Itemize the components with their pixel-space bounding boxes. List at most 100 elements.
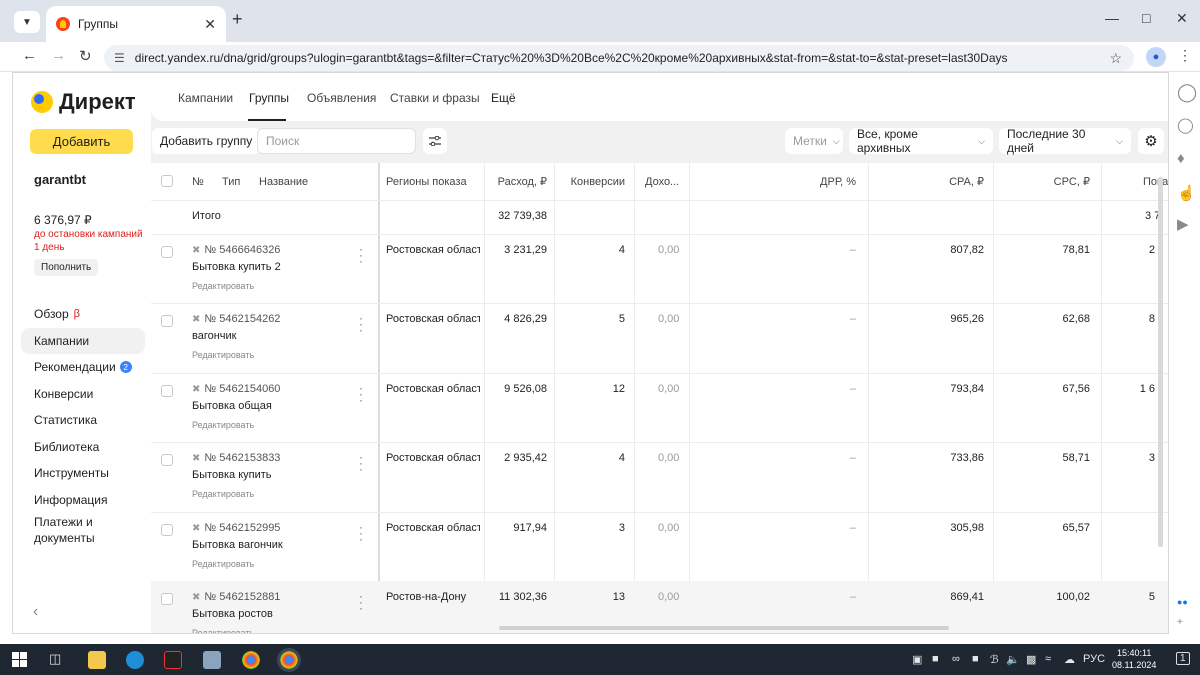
chevron-left-icon[interactable]: ‹ (33, 603, 38, 621)
topup-button[interactable]: Пополнить (34, 259, 99, 276)
edit-link[interactable]: Редактировать (192, 559, 254, 569)
sidebar-item-tools[interactable]: Инструменты (21, 460, 145, 487)
edit-link[interactable]: Редактировать (192, 350, 254, 360)
row-checkbox[interactable] (161, 385, 173, 397)
reload-icon[interactable]: ↻ (79, 47, 92, 65)
row-checkbox[interactable] (161, 454, 173, 466)
plus-icon[interactable]: + (1177, 617, 1183, 628)
chrome-active-icon[interactable] (277, 648, 301, 672)
row-menu-icon[interactable]: · · · (358, 312, 364, 336)
row-checkbox[interactable] (161, 315, 173, 327)
period-selector[interactable]: Последние 30 дней ⌵ (999, 127, 1131, 155)
group-id[interactable]: ✖ № 5462154060 (192, 383, 322, 395)
sidebar-item-recommendations[interactable]: Рекомендации 2 (21, 354, 145, 381)
column-header-cpc[interactable]: CPC, ₽ (1021, 163, 1090, 200)
maximize-icon[interactable]: □ (1142, 10, 1150, 26)
tags-filter[interactable]: Метки ⌵ (785, 128, 843, 154)
sidebar-item-library[interactable]: Библиотека (21, 434, 145, 461)
edit-link[interactable]: Редактировать (192, 489, 254, 499)
row-checkbox[interactable] (161, 246, 173, 258)
row-menu-icon[interactable]: · · · (358, 243, 364, 267)
column-header-conversions[interactable]: Конверсии (555, 163, 625, 200)
table-row[interactable]: ✖ № 5462154262 вагончик Редактировать · · · Рос… (151, 303, 1168, 372)
site-settings-icon[interactable]: ☰ (114, 51, 125, 65)
sidebar-item-payments[interactable]: Платежи и документы (21, 513, 145, 547)
group-name[interactable]: вагончик (192, 330, 342, 342)
table-row[interactable]: ✖ № 5466646326 Бытовка купить 2 Редактирова… (151, 234, 1168, 303)
cloud-icon[interactable]: ☁ (1064, 653, 1075, 666)
app-icon[interactable] (203, 651, 221, 669)
wifi-icon[interactable]: ≈ (1045, 653, 1051, 665)
group-id[interactable]: ✖ № 5462153833 (192, 452, 322, 464)
play-icon[interactable]: ▶ (1177, 215, 1189, 233)
column-header-regions[interactable]: Регионы показа (386, 163, 482, 200)
forward-arrow-icon[interactable]: → (51, 47, 66, 64)
extensions-icon[interactable]: ●● (1177, 597, 1188, 607)
sidebar-item-campaigns[interactable]: Кампании (21, 327, 145, 354)
column-header-cpa[interactable]: CPA, ₽ (911, 163, 984, 200)
select-all-checkbox[interactable] (161, 175, 173, 187)
group-id[interactable]: ✖ № 5462152995 (192, 522, 322, 534)
thumbs-up-icon[interactable]: ☝ (1177, 184, 1196, 202)
row-menu-icon[interactable]: · · · (358, 590, 364, 614)
row-menu-icon[interactable]: · · · (358, 382, 364, 406)
table-row[interactable]: ✖ № 5462153833 Бытовка купить Редактировать… (151, 442, 1168, 511)
tab-ads[interactable]: Объявления (307, 91, 376, 105)
figma-icon[interactable] (164, 651, 182, 669)
account-login[interactable]: garantbt (34, 172, 86, 187)
group-id[interactable]: ✖ № 5462154262 (192, 313, 322, 325)
row-checkbox[interactable] (161, 593, 173, 605)
add-group-button[interactable]: Добавить группу (152, 128, 261, 154)
row-menu-icon[interactable]: · · · (358, 521, 364, 545)
gear-icon[interactable]: ⚙ (1138, 128, 1164, 154)
sidebar-item-overview[interactable]: Обзор β (21, 301, 145, 328)
browser-menu-icon[interactable]: ⋮ (1178, 47, 1192, 64)
status-filter[interactable]: Все, кроме архивных ⌵ (849, 127, 993, 155)
minimize-icon[interactable]: — (1105, 10, 1119, 26)
tray-app-icon[interactable]: ■ (972, 653, 979, 665)
sliders-icon[interactable] (423, 128, 447, 154)
plus-icon[interactable]: + (232, 9, 243, 30)
edit-link[interactable]: Редактировать (192, 420, 254, 430)
volume-icon[interactable]: 🔈 (1006, 653, 1020, 666)
group-name[interactable]: Бытовка вагончик (192, 539, 342, 551)
column-header-impressions[interactable]: Пока (1143, 163, 1168, 200)
display-icon[interactable]: ▩ (1026, 653, 1036, 666)
windows-start-icon[interactable] (12, 652, 27, 667)
column-header-name[interactable]: Название (259, 163, 359, 200)
sidebar-item-statistics[interactable]: Статистика (21, 407, 145, 434)
direct-logo[interactable]: Директ (31, 89, 136, 115)
file-explorer-icon[interactable] (88, 651, 106, 669)
tab-dropdown-icon[interactable]: ▼ (14, 11, 40, 33)
column-header-no[interactable]: № (192, 163, 212, 200)
edit-link[interactable]: Редактировать (192, 281, 254, 291)
table-row[interactable]: ✖ № 5462152995 Бытовка вагончик Редактирова… (151, 512, 1168, 581)
tab-more[interactable]: Ещё (491, 91, 516, 105)
group-name[interactable]: Бытовка общая (192, 400, 342, 412)
chat-icon[interactable]: ◯ (1177, 116, 1194, 134)
row-menu-icon[interactable]: · · · (358, 451, 364, 475)
group-name[interactable]: Бытовка ростов (192, 608, 342, 620)
tray-app-icon[interactable]: ■ (932, 653, 939, 665)
search-input[interactable]: Поиск (257, 128, 416, 154)
chrome-icon[interactable] (242, 651, 260, 669)
bell-icon[interactable]: ♦ (1177, 150, 1185, 167)
table-row[interactable]: ✖ № 5462154060 Бытовка общая Редактировать ·… (151, 373, 1168, 442)
row-checkbox[interactable] (161, 524, 173, 536)
sidebar-item-conversions[interactable]: Конверсии (21, 381, 145, 408)
column-header-spend[interactable]: Расход, ₽ (485, 163, 547, 200)
tab-groups[interactable]: Группы (249, 91, 289, 105)
group-id[interactable]: ✖ № 5466646326 (192, 244, 322, 256)
horizontal-scrollbar[interactable] (499, 626, 949, 630)
column-header-revenue[interactable]: Дохо... (645, 163, 685, 200)
tab-bids-phrases[interactable]: Ставки и фразы (390, 91, 480, 105)
task-view-icon[interactable]: ◫ (49, 651, 67, 669)
column-header-drr[interactable]: ДРР, % (791, 163, 856, 200)
edge-icon[interactable] (126, 651, 144, 669)
group-name[interactable]: Бытовка купить 2 (192, 261, 342, 273)
language-indicator[interactable]: РУС (1083, 653, 1105, 665)
avatar-icon[interactable]: ◯ (1177, 82, 1197, 103)
back-arrow-icon[interactable]: ← (22, 47, 37, 64)
vertical-scrollbar[interactable] (1158, 177, 1163, 547)
bluetooth-icon[interactable]: ℬ (990, 653, 999, 666)
